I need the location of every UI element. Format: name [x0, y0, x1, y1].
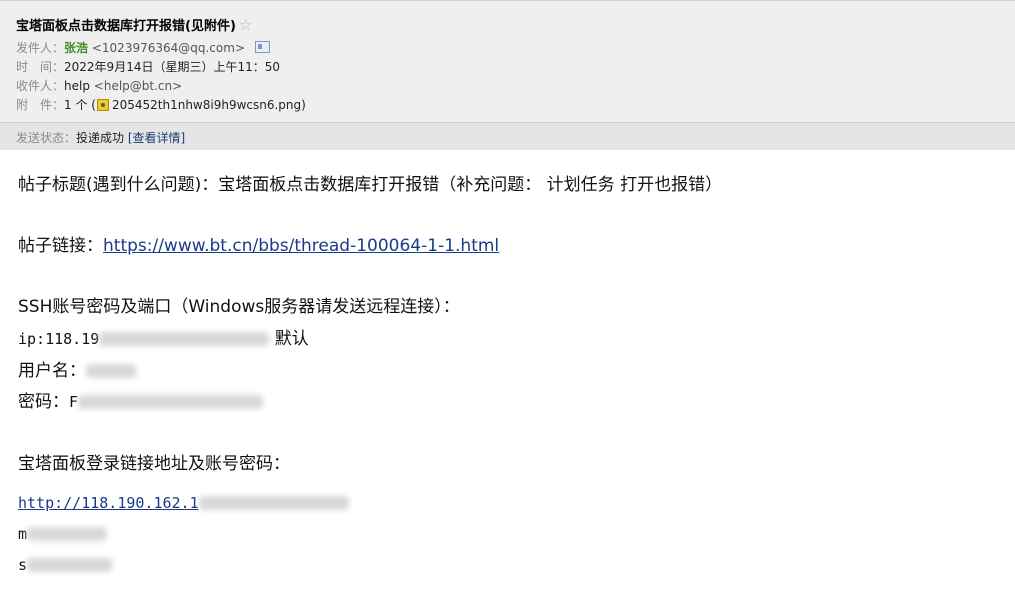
post-title-line: 帖子标题(遇到什么问题)：宝塔面板点击数据库打开报错（补充问题： 计划任务 打开…	[18, 175, 723, 195]
port-default: 默认	[274, 329, 309, 349]
to-row: 收件人：help <help@bt.cn>	[16, 77, 182, 96]
redacted-username	[86, 364, 136, 378]
panel-user-line: m	[18, 524, 108, 544]
to-label: 收件人：	[16, 79, 65, 93]
attachment-filename[interactable]: 205452th1nhw8i9h9wcsn6.png	[112, 98, 301, 112]
attachment-count: 1 个 (	[64, 98, 96, 112]
panel-pass-first-char: s	[18, 556, 28, 574]
attachment-close-paren: )	[301, 98, 306, 112]
panel-url[interactable]: http://118.190.162.1	[18, 494, 199, 512]
time-row: 时 间：2022年9月14日（星期三）上午11：50	[16, 58, 280, 77]
from-row: 发件人：张浩 <1023976364@qq.com>	[16, 39, 270, 58]
view-details-link[interactable]: [查看详情]	[128, 131, 185, 145]
post-link-url[interactable]: https://www.bt.cn/bbs/thread-100064-1-1.…	[103, 236, 499, 256]
panel-url-line: http://118.190.162.1	[18, 493, 349, 513]
image-file-icon	[96, 99, 109, 111]
panel-heading: 宝塔面板登录链接地址及账号密码：	[18, 454, 290, 474]
from-label: 发件人：	[16, 41, 65, 55]
mail-subject-text: 宝塔面板点击数据库打开报错(见附件)	[16, 19, 236, 34]
ip-line: ip:118.19 默认	[18, 324, 309, 349]
password-label: 密码：	[18, 392, 69, 412]
post-link-line: 帖子链接：https://www.bt.cn/bbs/thread-100064…	[18, 231, 499, 256]
panel-pass-line: s	[18, 555, 113, 575]
redacted-password	[78, 395, 264, 409]
ip-prefix: ip:118.19	[18, 330, 100, 348]
sender-name[interactable]: 张浩	[64, 41, 88, 55]
attachment-row: 附 件：1 个 ( 205452th1nhw8i9h9wcsn6.png)	[16, 96, 306, 115]
password-first-char: F	[69, 393, 79, 411]
recipient-address[interactable]: <help@bt.cn>	[94, 79, 182, 93]
redacted-panel-url	[198, 496, 349, 510]
username-line: 用户名：	[18, 356, 136, 381]
mail-header: 宝塔面板点击数据库打开报错(见附件) ☆ 发件人：张浩 <1023976364@q…	[0, 0, 1015, 150]
delivery-status: 发送状态：投递成功 [查看详情]	[16, 129, 185, 146]
status-value: 投递成功	[76, 131, 125, 145]
sender-address[interactable]: <1023976364@qq.com>	[92, 41, 245, 55]
redacted-panel-pass	[27, 558, 113, 572]
status-bar: 发送状态：投递成功 [查看详情]	[0, 122, 1015, 150]
contact-card-icon[interactable]	[254, 41, 270, 53]
username-label: 用户名：	[18, 361, 86, 381]
panel-user-first-char: m	[18, 525, 28, 543]
post-link-label: 帖子链接：	[18, 236, 103, 256]
star-icon[interactable]: ☆	[239, 16, 252, 34]
recipient-name[interactable]: help	[64, 79, 90, 93]
time-value: 2022年9月14日（星期三）上午11：50	[64, 60, 280, 74]
mail-subject: 宝塔面板点击数据库打开报错(见附件) ☆	[16, 15, 252, 34]
status-label: 发送状态：	[16, 131, 77, 145]
password-line: 密码：F	[18, 387, 264, 412]
attachment-label: 附 件：	[16, 98, 65, 112]
time-label: 时 间：	[16, 60, 65, 74]
redacted-ip-port	[99, 332, 270, 346]
redacted-panel-user	[27, 527, 108, 541]
ssh-heading: SSH账号密码及端口（Windows服务器请发送远程连接）：	[18, 297, 460, 317]
